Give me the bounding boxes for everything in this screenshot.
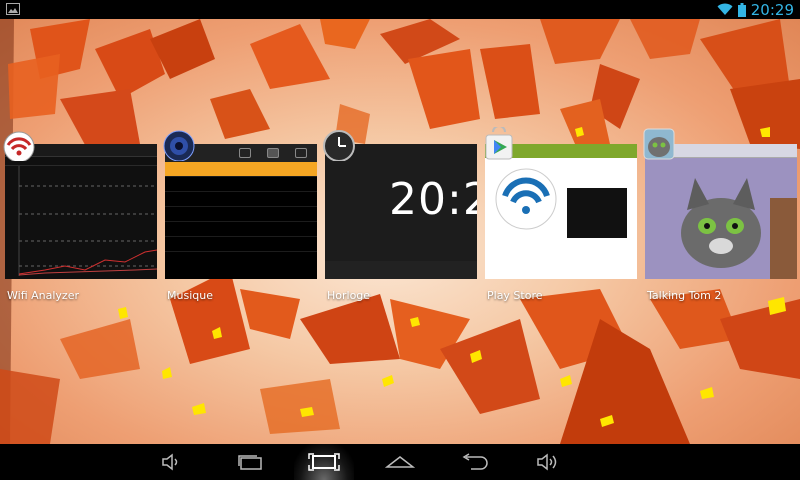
wifi-icon [717, 3, 733, 15]
wifi-analyzer-icon [3, 131, 35, 161]
battery-icon [737, 2, 746, 17]
recent-card-talking-tom-2[interactable]: Talking Tom 2 [643, 128, 797, 302]
home-icon [385, 456, 415, 468]
volume-up-icon [537, 453, 557, 471]
talking-tom-icon [643, 128, 675, 160]
screenshot-button[interactable] [220, 444, 280, 480]
recent-card-label: Musique [167, 289, 213, 302]
volume-down-icon [162, 453, 178, 471]
back-icon [462, 453, 488, 470]
navigation-bar [0, 444, 800, 480]
recent-card-wifi-analyzer[interactable]: Wifi Analyzer [3, 131, 157, 302]
recent-apps-icon [308, 453, 340, 471]
clock-icon [323, 130, 355, 161]
status-clock: 20:29 [750, 0, 794, 19]
recent-card-label: Talking Tom 2 [647, 289, 722, 302]
play-store-icon [485, 127, 513, 160]
thumbnail-musique[interactable] [165, 144, 317, 279]
thumbnail-talking-tom-2[interactable] [645, 144, 797, 279]
recent-card-label: Play Store [487, 289, 543, 302]
recent-card-musique[interactable]: Musique [163, 130, 317, 302]
status-icons: 20:29 [717, 0, 794, 19]
thumbnail-horloge[interactable]: 20:2 [325, 144, 477, 279]
recent-card-play-store[interactable]: Play Store [485, 127, 637, 302]
recent-card-label: Wifi Analyzer [7, 289, 79, 302]
home-button[interactable] [370, 444, 430, 480]
notification-image-icon [6, 3, 20, 15]
recent-apps-button[interactable] [294, 444, 354, 480]
volume-down-button[interactable] [142, 444, 202, 480]
status-bar[interactable]: 20:29 [0, 0, 800, 19]
volume-up-button[interactable] [518, 444, 578, 480]
back-button[interactable] [444, 444, 504, 480]
recent-card-horloge[interactable]: 20:2 Horloge [323, 130, 477, 302]
thumbnail-play-store[interactable] [485, 144, 637, 279]
music-speaker-icon [163, 130, 195, 161]
thumbnail-wifi-analyzer[interactable] [5, 144, 157, 279]
screenshot-icon [238, 455, 262, 470]
thumbnail-clock-time: 20:2 [389, 174, 477, 225]
recent-card-label: Horloge [327, 289, 371, 302]
